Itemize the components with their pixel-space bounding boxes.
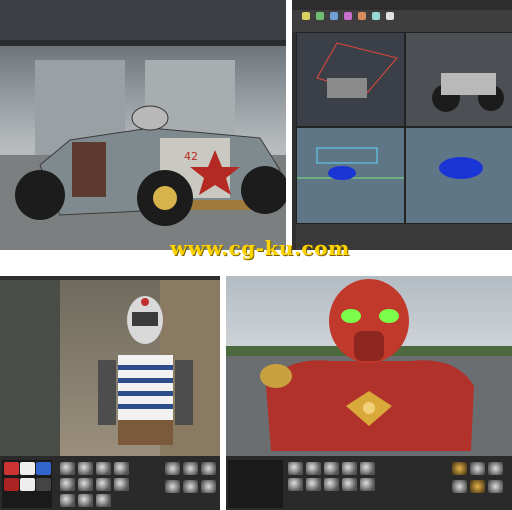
brush-icon[interactable]: [96, 494, 111, 507]
viewport-side[interactable]: [405, 127, 512, 224]
tool-icon[interactable]: [358, 12, 366, 20]
matcap-icon[interactable]: [165, 480, 180, 493]
site-watermark: www.cg-ku.com: [170, 236, 350, 260]
material-swatches: [2, 460, 52, 508]
brush-palette: [0, 456, 220, 510]
modeling-viewport-panel: [292, 0, 512, 250]
tool-grid: [228, 460, 283, 508]
tool-icon[interactable]: [386, 12, 394, 20]
brush-icon[interactable]: [114, 462, 129, 475]
brush-icon[interactable]: [342, 478, 357, 491]
brush-icon[interactable]: [78, 462, 93, 475]
swatch[interactable]: [36, 462, 51, 475]
brush-icon[interactable]: [60, 462, 75, 475]
armor-illustration: [226, 279, 512, 456]
character-illustration: [0, 280, 220, 460]
hot-rod-render-panel: 42: [0, 0, 286, 250]
material-icon[interactable]: [470, 480, 485, 493]
matcap-icon[interactable]: [183, 462, 198, 475]
viewport-front[interactable]: [296, 127, 405, 224]
tool-icon[interactable]: [372, 12, 380, 20]
viewport-perspective[interactable]: [296, 32, 405, 127]
material-icon[interactable]: [488, 462, 503, 475]
swatch[interactable]: [20, 478, 35, 491]
character-sculpt-panel: [0, 276, 220, 510]
brush-icon[interactable]: [60, 494, 75, 507]
brush-icon[interactable]: [78, 478, 93, 491]
material-icon[interactable]: [452, 462, 467, 475]
brush-icon[interactable]: [60, 478, 75, 491]
swatch[interactable]: [20, 462, 35, 475]
material-icon[interactable]: [452, 480, 467, 493]
matcap-icon[interactable]: [201, 480, 216, 493]
brush-icon[interactable]: [96, 478, 111, 491]
tool-icon[interactable]: [302, 12, 310, 20]
swatch[interactable]: [36, 478, 51, 491]
brush-icon[interactable]: [114, 478, 129, 491]
brush-palette: [226, 456, 512, 510]
material-icon[interactable]: [488, 480, 503, 493]
number-plate: 42: [184, 150, 198, 163]
brush-icon[interactable]: [324, 478, 339, 491]
brush-icon[interactable]: [288, 478, 303, 491]
brush-icon[interactable]: [342, 462, 357, 475]
viewport-render[interactable]: [405, 32, 512, 127]
material-icon[interactable]: [470, 462, 485, 475]
brush-icon[interactable]: [96, 462, 111, 475]
matcap-icon[interactable]: [201, 462, 216, 475]
brush-icon[interactable]: [360, 478, 375, 491]
menu-bar: [292, 0, 512, 10]
swatch[interactable]: [4, 478, 19, 491]
matcap-icon[interactable]: [165, 462, 180, 475]
tool-shelf: [292, 10, 512, 32]
hot-rod-illustration: 42: [0, 0, 286, 250]
armor-render-panel: [226, 276, 512, 510]
matcap-icon[interactable]: [183, 480, 198, 493]
brush-icon[interactable]: [306, 462, 321, 475]
brush-icon[interactable]: [360, 462, 375, 475]
brush-icon[interactable]: [324, 462, 339, 475]
brush-icon[interactable]: [306, 478, 321, 491]
tool-icon[interactable]: [330, 12, 338, 20]
brush-icon[interactable]: [288, 462, 303, 475]
tool-icon[interactable]: [316, 12, 324, 20]
tool-icon[interactable]: [344, 12, 352, 20]
brush-icon[interactable]: [78, 494, 93, 507]
swatch[interactable]: [4, 462, 19, 475]
